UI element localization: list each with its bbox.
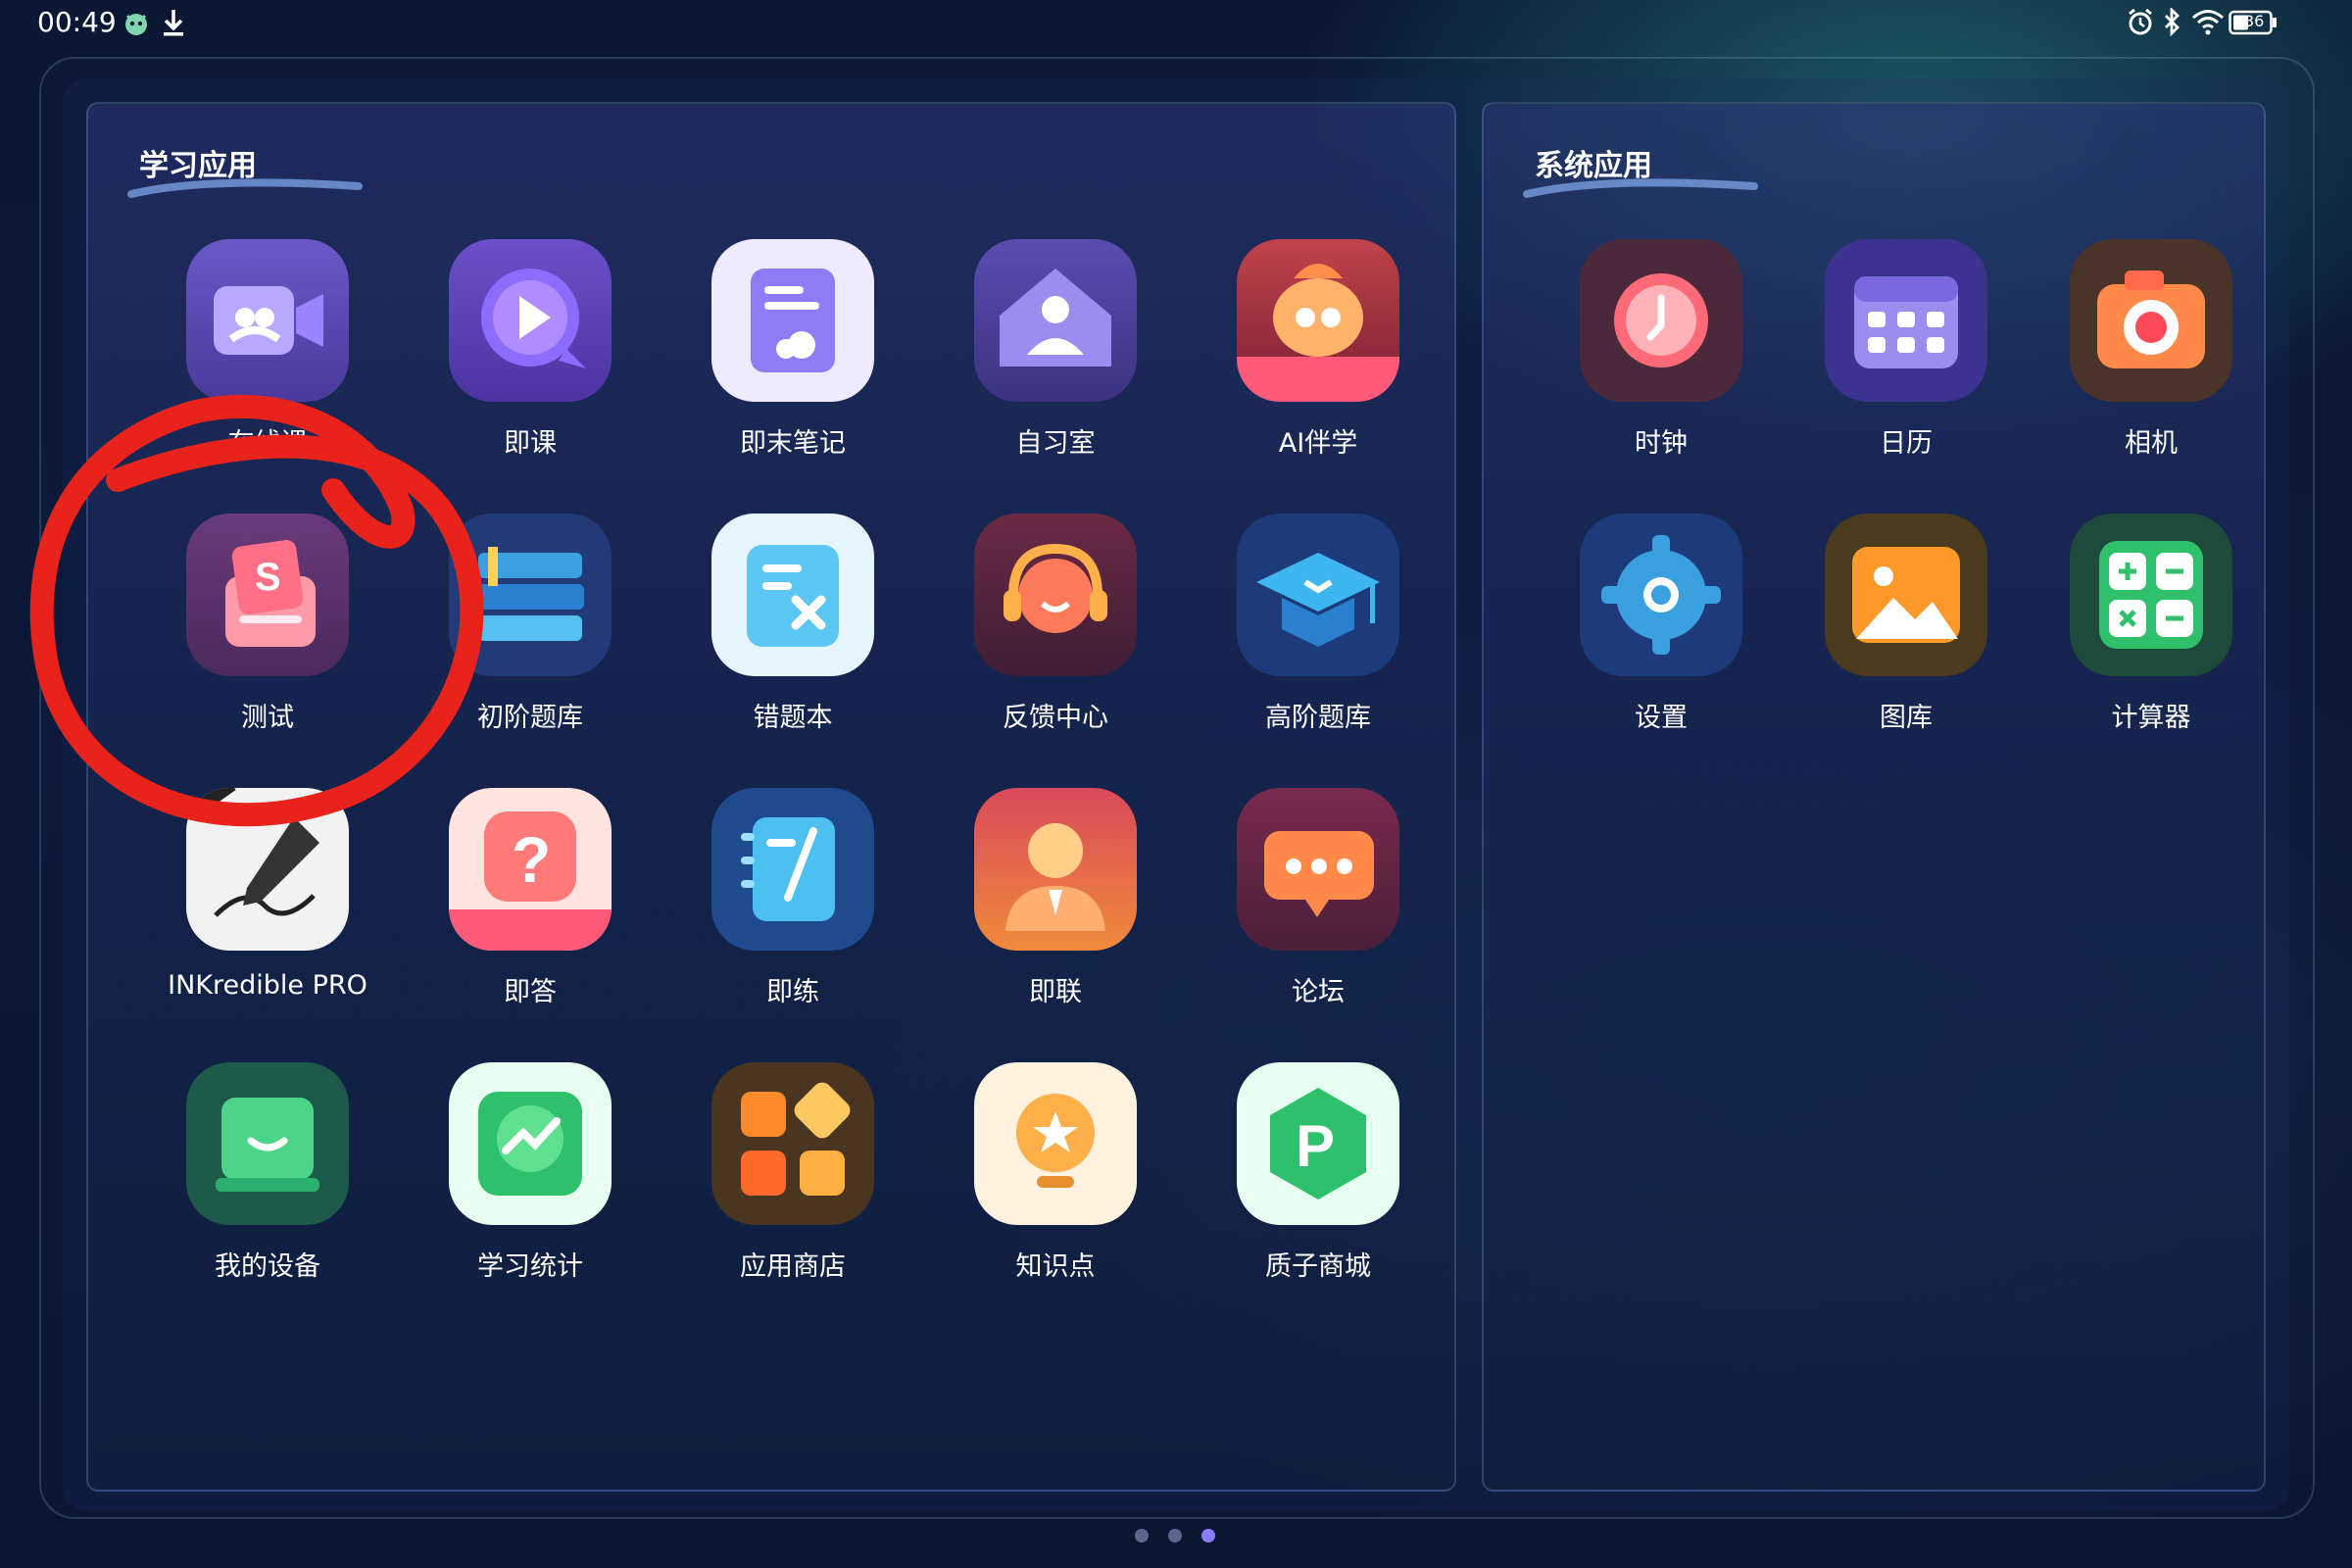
app-tile[interactable]: ? 即答 — [400, 788, 635, 1043]
app-tile[interactable]: 自习室 — [925, 239, 1160, 494]
page-dot[interactable] — [1201, 1529, 1215, 1543]
system-apps-panel: 系统应用 时钟 日历 相机 设置 图库 计算器 — [1482, 102, 2266, 1492]
wifi-icon — [2191, 8, 2225, 37]
app-tile[interactable]: 应用商店 — [662, 1062, 898, 1317]
title-underline-swoosh — [127, 178, 363, 198]
app-tile[interactable]: 设置 — [1531, 514, 1766, 768]
app-label: AI伴学 — [1278, 428, 1358, 459]
app-label: 即末笔记 — [740, 428, 846, 459]
alarm-icon — [2127, 8, 2154, 37]
app-tile[interactable]: 图库 — [1776, 514, 2011, 768]
title-underline-swoosh — [1523, 178, 1758, 198]
app-tile[interactable]: 学习统计 — [400, 1062, 635, 1317]
app-store-icon[interactable] — [711, 1062, 874, 1225]
app-tile[interactable]: 即末笔记 — [662, 239, 898, 494]
books-icon[interactable] — [449, 514, 612, 676]
clock-icon[interactable] — [1580, 239, 1742, 402]
gallery-icon[interactable] — [1825, 514, 1987, 676]
app-tile[interactable]: 在线课 — [137, 239, 372, 494]
app-label: 在线课 — [227, 428, 308, 459]
page-indicator[interactable] — [1135, 1529, 1233, 1543]
app-label: 质子商城 — [1265, 1251, 1371, 1282]
app-label: 即练 — [766, 977, 819, 1007]
headset-icon[interactable] — [974, 514, 1137, 676]
app-tile[interactable]: P 质子商城 — [1188, 1062, 1423, 1317]
note-icon[interactable] — [711, 239, 874, 402]
app-label: 即答 — [504, 977, 557, 1007]
app-tile[interactable]: S 测试 — [137, 514, 372, 768]
forum-chat-icon[interactable] — [1237, 788, 1399, 951]
app-label: 即联 — [1029, 977, 1082, 1007]
app-label: 应用商店 — [740, 1251, 846, 1282]
app-tile[interactable]: 即课 — [400, 239, 635, 494]
calculator-icon[interactable] — [2070, 514, 2232, 676]
app-tile[interactable]: 知识点 — [925, 1062, 1160, 1317]
app-tile[interactable]: 错题本 — [662, 514, 898, 768]
svg-text:?: ? — [512, 823, 551, 896]
page-dot[interactable] — [1135, 1529, 1149, 1543]
app-tile[interactable]: 反馈中心 — [925, 514, 1160, 768]
app-label: 论坛 — [1292, 977, 1345, 1007]
app-tile[interactable]: 论坛 — [1188, 788, 1423, 1043]
app-label: 反馈中心 — [1003, 703, 1108, 733]
proton-shop-icon[interactable]: P — [1237, 1062, 1399, 1225]
app-label: 时钟 — [1635, 428, 1688, 459]
app-tile[interactable]: 即练 — [662, 788, 898, 1043]
app-label: 学习统计 — [477, 1251, 583, 1282]
lightbulb-star-icon[interactable] — [974, 1062, 1137, 1225]
question-icon[interactable]: ? — [449, 788, 612, 951]
app-label: 测试 — [241, 703, 294, 733]
status-time: 00:49 — [37, 6, 117, 38]
app-label: 设置 — [1635, 703, 1688, 733]
app-label: 我的设备 — [215, 1251, 320, 1282]
status-bar: 00:49 36 — [0, 0, 2352, 53]
app-label: 计算器 — [2111, 703, 2191, 733]
app-tile[interactable]: 我的设备 — [137, 1062, 372, 1317]
app-tile[interactable]: INKredible PRO — [137, 788, 372, 1043]
assistant-face-icon — [122, 8, 151, 37]
svg-text:S: S — [255, 556, 281, 599]
page-dot[interactable] — [1168, 1529, 1182, 1543]
app-tile[interactable]: 日历 — [1776, 239, 2011, 494]
learning-apps-panel: 学习应用 在线课 即课 即末笔记 自习室 AI伴学 S 测试 初阶题库 错题本 反馈中心 高阶题库 I… — [86, 102, 1456, 1492]
play-icon[interactable] — [449, 239, 612, 402]
battery-level: 36 — [2244, 12, 2265, 30]
app-label: 日历 — [1880, 428, 1933, 459]
study-room-icon[interactable] — [974, 239, 1137, 402]
stats-chart-icon[interactable] — [449, 1062, 612, 1225]
contact-person-icon[interactable] — [974, 788, 1137, 951]
app-label: 错题本 — [753, 703, 833, 733]
app-label: 即课 — [504, 428, 557, 459]
video-class-icon[interactable] — [186, 239, 349, 402]
app-tile[interactable]: 初阶题库 — [400, 514, 635, 768]
app-label: 自习室 — [1015, 428, 1096, 459]
svg-text:P: P — [1296, 1113, 1335, 1179]
app-tile[interactable]: 时钟 — [1531, 239, 1766, 494]
graduation-cap-icon[interactable] — [1237, 514, 1399, 676]
app-tile[interactable]: 高阶题库 — [1188, 514, 1423, 768]
app-label: 图库 — [1880, 703, 1933, 733]
calendar-icon[interactable] — [1825, 239, 1987, 402]
camera-icon[interactable] — [2070, 239, 2232, 402]
app-label: 高阶题库 — [1265, 703, 1371, 733]
device-icon[interactable] — [186, 1062, 349, 1225]
test-icon[interactable]: S — [186, 514, 349, 676]
app-label: 相机 — [2125, 428, 2178, 459]
app-tile[interactable]: 相机 — [2021, 239, 2256, 494]
app-label: 初阶题库 — [477, 703, 583, 733]
practice-notebook-icon[interactable] — [711, 788, 874, 951]
bluetooth-icon — [2162, 6, 2181, 37]
app-tile[interactable]: 计算器 — [2021, 514, 2256, 768]
wrong-question-book-icon[interactable] — [711, 514, 874, 676]
app-label: INKredible PRO — [168, 970, 368, 1001]
app-tile[interactable]: 即联 — [925, 788, 1160, 1043]
app-tile[interactable]: AI伴学 — [1188, 239, 1423, 494]
pen-icon[interactable] — [186, 788, 349, 951]
download-icon — [161, 8, 186, 37]
app-label: 知识点 — [1015, 1251, 1096, 1282]
ai-mascot-icon[interactable] — [1237, 239, 1399, 402]
settings-gear-icon[interactable] — [1580, 514, 1742, 676]
